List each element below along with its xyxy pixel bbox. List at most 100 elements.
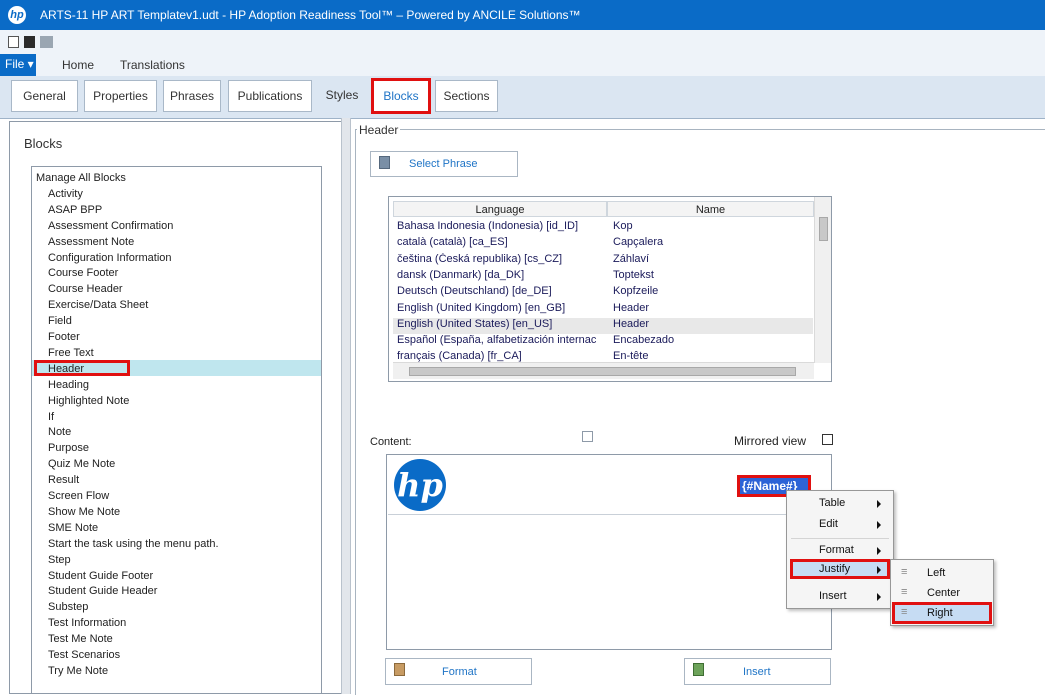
select-phrase-icon: [379, 156, 390, 169]
mirrored-view-checkbox[interactable]: [822, 434, 833, 445]
grid-cell-language[interactable]: Español (España, alfabetización internac: [397, 334, 605, 346]
title-bar: hp ARTS-11 HP ART Templatev1.udt - HP Ad…: [0, 0, 1045, 30]
insert-button[interactable]: Insert: [684, 658, 831, 685]
justify-submenu: ≡ Left ≡ Center ≡ Right: [890, 559, 994, 626]
block-list-item[interactable]: Assessment Confirmation: [48, 220, 173, 232]
grid-cell-language[interactable]: dansk (Danmark) [da_DK]: [397, 269, 605, 281]
block-list-item[interactable]: Result: [48, 474, 79, 486]
tab-general[interactable]: General: [11, 80, 78, 112]
block-list-item[interactable]: Field: [48, 315, 72, 327]
block-list-item[interactable]: ASAP BPP: [48, 204, 102, 216]
insert-submenu-arrow-icon: [877, 593, 881, 601]
block-list-item[interactable]: Show Me Note: [48, 506, 120, 518]
block-list-item[interactable]: If: [48, 411, 54, 423]
grid-vertical-scrollbar[interactable]: [814, 197, 831, 363]
file-menu-button[interactable]: File ▾: [0, 54, 36, 76]
submenu-item-left[interactable]: Left: [927, 567, 945, 579]
grid-cell-name[interactable]: Capçalera: [613, 236, 808, 248]
tab-phrases[interactable]: Phrases: [163, 80, 221, 112]
grid-cell-language[interactable]: Deutsch (Deutschland) [de_DE]: [397, 285, 605, 297]
grid-cell-language[interactable]: Bahasa Indonesia (Indonesia) [id_ID]: [397, 220, 605, 232]
block-list-item[interactable]: Exercise/Data Sheet: [48, 299, 148, 311]
save-icon[interactable]: [24, 36, 35, 48]
editor-tabs: General Properties Phrases Publications …: [0, 76, 1045, 119]
format-submenu-arrow-icon: [877, 547, 881, 555]
block-list-item[interactable]: Try Me Note: [48, 665, 108, 677]
format-button[interactable]: Format: [385, 658, 532, 685]
block-list-item[interactable]: Student Guide Footer: [48, 570, 153, 582]
grid-header-name[interactable]: Name: [607, 201, 814, 217]
print-icon[interactable]: [40, 36, 53, 48]
block-list-item[interactable]: Screen Flow: [48, 490, 109, 502]
grid-cell-language[interactable]: français (Canada) [fr_CA]: [397, 350, 605, 362]
block-list-item[interactable]: Test Me Note: [48, 633, 113, 645]
ribbon-tab-translations[interactable]: Translations: [120, 58, 185, 72]
grid-horizontal-scrollbar[interactable]: [393, 362, 814, 379]
grid-cell-name[interactable]: Kopfzeile: [613, 285, 808, 297]
grid-cell-name[interactable]: Header: [613, 318, 808, 330]
tab-blocks[interactable]: Blocks: [371, 78, 431, 114]
table-submenu-arrow-icon: [877, 500, 881, 508]
format-icon: [394, 663, 405, 676]
ribbon-tab-home[interactable]: Home: [62, 58, 94, 72]
grid-cell-name[interactable]: Záhlaví: [613, 253, 808, 265]
grid-cell-name[interactable]: Header: [613, 302, 808, 314]
menu-item-edit[interactable]: Edit: [819, 518, 838, 530]
grid-cell-name[interactable]: Encabezado: [613, 334, 808, 346]
grid-header-language[interactable]: Language: [393, 201, 607, 217]
block-list-item[interactable]: Test Information: [48, 617, 126, 629]
block-list-item[interactable]: Highlighted Note: [48, 395, 129, 407]
block-list-item[interactable]: Heading: [48, 379, 89, 391]
select-phrase-button[interactable]: Select Phrase: [370, 151, 518, 177]
content-checkbox[interactable]: [582, 431, 593, 442]
grid-cell-language[interactable]: čeština (Česká republika) [cs_CZ]: [397, 253, 605, 265]
submenu-item-center[interactable]: Center: [927, 587, 960, 599]
block-list-item[interactable]: Purpose: [48, 442, 89, 454]
menu-item-table[interactable]: Table: [819, 497, 845, 509]
block-list-item[interactable]: SME Note: [48, 522, 98, 534]
grid-horizontal-scroll-thumb[interactable]: [409, 367, 796, 376]
align-right-icon: ≡: [901, 606, 908, 618]
tab-styles[interactable]: Styles: [317, 80, 367, 112]
grid-cell-name[interactable]: Kop: [613, 220, 808, 232]
block-list-item[interactable]: Step: [48, 554, 71, 566]
block-list-item[interactable]: Free Text: [48, 347, 94, 359]
block-list-item[interactable]: Footer: [48, 331, 80, 343]
panel-splitter[interactable]: [341, 118, 351, 694]
block-list-item[interactable]: Start the task using the menu path.: [48, 538, 219, 550]
insert-icon: [693, 663, 704, 676]
grid-vertical-scroll-thumb[interactable]: [819, 217, 828, 241]
block-list-item[interactable]: Course Header: [48, 283, 123, 295]
block-list-item[interactable]: Assessment Note: [48, 236, 134, 248]
block-list-item[interactable]: Substep: [48, 601, 88, 613]
grid-cell-language[interactable]: English (United States) [en_US]: [397, 318, 605, 330]
new-file-icon[interactable]: [8, 36, 19, 48]
tab-sections[interactable]: Sections: [435, 80, 498, 112]
file-label: File: [5, 57, 25, 71]
manage-all-blocks-item[interactable]: Manage All Blocks: [36, 172, 126, 184]
align-center-icon: ≡: [901, 586, 908, 598]
block-list-item[interactable]: Course Footer: [48, 267, 118, 279]
align-left-icon: ≡: [901, 566, 908, 578]
tab-properties[interactable]: Properties: [84, 80, 157, 112]
block-list-item[interactable]: Activity: [48, 188, 83, 200]
blocks-title: Blocks: [24, 136, 63, 151]
block-list-item[interactable]: Header: [48, 363, 84, 375]
grid-cell-name[interactable]: Toptekst: [613, 269, 808, 281]
grid-cell-language[interactable]: català (català) [ca_ES]: [397, 236, 605, 248]
submenu-item-right[interactable]: Right: [927, 607, 953, 619]
insert-label: Insert: [743, 666, 771, 678]
grid-cell-language[interactable]: English (United Kingdom) [en_GB]: [397, 302, 605, 314]
block-list-item[interactable]: Configuration Information: [48, 252, 172, 264]
edit-submenu-arrow-icon: [877, 521, 881, 529]
menu-item-insert[interactable]: Insert: [819, 590, 847, 602]
block-list-item[interactable]: Test Scenarios: [48, 649, 120, 661]
menu-item-format[interactable]: Format: [819, 544, 854, 556]
block-list-item[interactable]: Note: [48, 426, 71, 438]
content-label: Content:: [370, 436, 412, 448]
grid-cell-name[interactable]: En-tête: [613, 350, 808, 362]
tab-publications[interactable]: Publications: [228, 80, 312, 112]
block-list-item[interactable]: Student Guide Header: [48, 585, 157, 597]
block-list-item[interactable]: Quiz Me Note: [48, 458, 115, 470]
menu-item-justify[interactable]: Justify: [819, 563, 850, 575]
